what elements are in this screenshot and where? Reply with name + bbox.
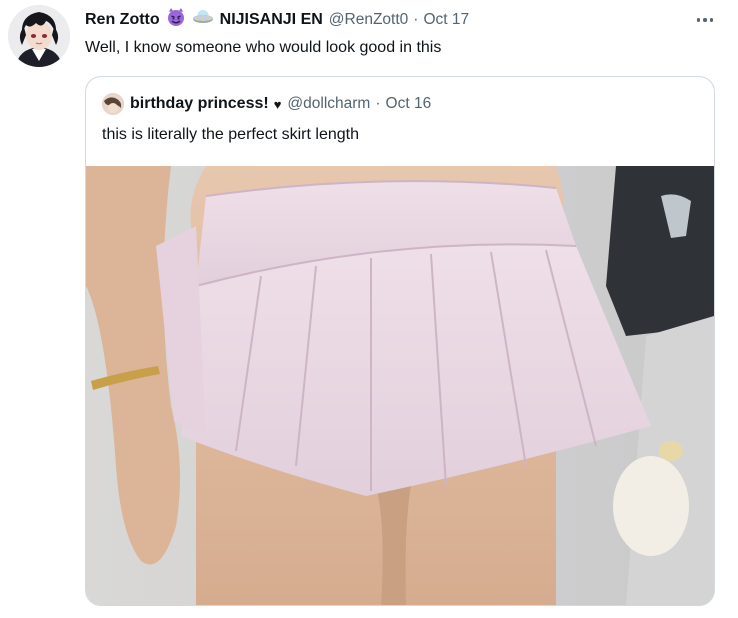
separator-dot: ·	[413, 11, 419, 28]
quoted-tweet-date: Oct 16	[385, 95, 432, 112]
tweet[interactable]: Ren Zotto NIJISANJI EN @RenZott0 · Oct 1…	[0, 0, 738, 618]
photo-pink-skirt	[86, 166, 714, 605]
author-name[interactable]: Ren Zotto	[85, 10, 160, 30]
tweet-text: Well, I know someone who would look good…	[85, 39, 442, 56]
author-avatar[interactable]	[8, 5, 70, 67]
quoted-author-handle: @dollcharm	[287, 95, 371, 112]
quoted-avatar-icon	[102, 93, 124, 115]
quoted-tweet[interactable]: birthday princess! ♥ @dollcharm · Oct 16…	[85, 76, 715, 606]
more-options-button[interactable]	[690, 10, 720, 30]
quoted-author-avatar	[102, 93, 124, 115]
ufo-emoji-icon	[192, 7, 214, 33]
tweet-header: Ren Zotto NIJISANJI EN @RenZott0 · Oct 1…	[85, 7, 469, 33]
author-org-name[interactable]: NIJISANJI EN	[220, 10, 323, 30]
tweet-date[interactable]: Oct 17	[423, 10, 469, 30]
quoted-author-name: birthday princess!	[130, 95, 269, 112]
anime-avatar-icon	[8, 5, 70, 67]
black-heart-icon: ♥	[273, 96, 282, 112]
quoted-separator-dot: ·	[375, 95, 381, 112]
author-handle[interactable]: @RenZott0	[329, 10, 409, 30]
quoted-tweet-text: this is literally the perfect skirt leng…	[102, 126, 359, 143]
smiling-imp-emoji-icon	[166, 7, 186, 33]
more-horizontal-icon	[696, 18, 714, 22]
quoted-tweet-header: birthday princess! ♥ @dollcharm · Oct 16	[102, 93, 431, 115]
quoted-tweet-photo[interactable]	[86, 166, 714, 605]
